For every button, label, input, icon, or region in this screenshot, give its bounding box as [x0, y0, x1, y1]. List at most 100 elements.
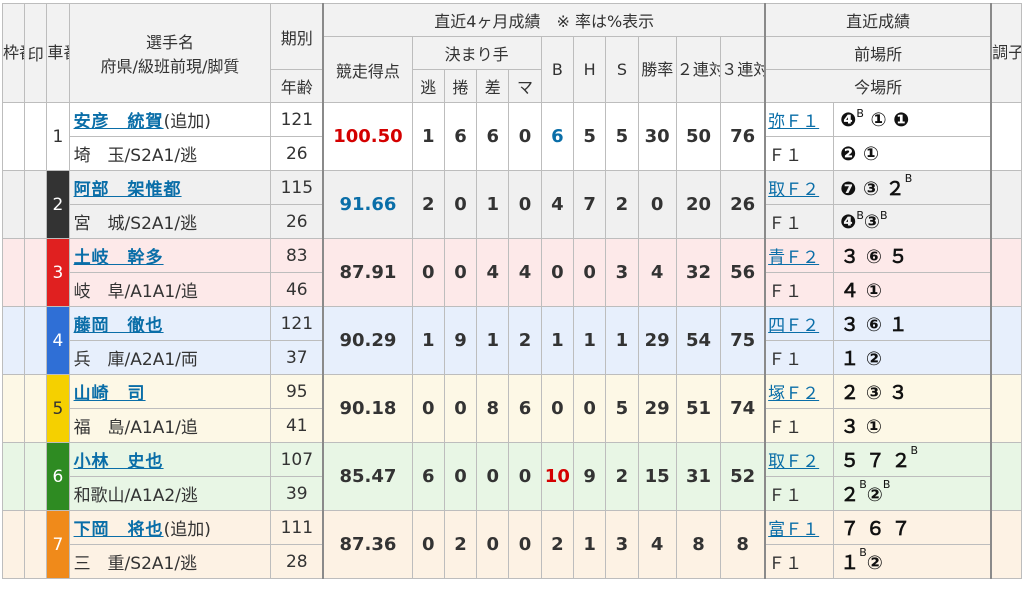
header-recent4: 直近4ヶ月成績 ※ 率は%表示: [322, 3, 767, 37]
s-value: 3: [605, 238, 639, 307]
header-b: B: [540, 36, 574, 103]
h-value: 0: [572, 374, 607, 443]
cur-venue-cell: Ｆ１: [764, 476, 835, 511]
rider-name-link[interactable]: 阿部 架惟都: [74, 180, 182, 200]
condition-cell: [990, 170, 1023, 239]
sashi-value: 8: [476, 374, 510, 443]
prev-venue-link[interactable]: 取Ｆ２: [768, 452, 819, 472]
header-makuri: 捲: [443, 69, 478, 103]
ma-value: 0: [508, 170, 542, 239]
rider-name-link[interactable]: 下岡 将也: [74, 520, 164, 540]
cur-results: ❹B③B: [833, 204, 993, 239]
quinella-rate-value: 54: [675, 306, 722, 375]
makuri-value: 0: [443, 238, 478, 307]
b-value: 2: [540, 510, 574, 579]
age-value: 26: [270, 136, 324, 171]
rider-name-link[interactable]: 小林 史也: [74, 452, 164, 472]
cur-results: ２B②B: [833, 476, 993, 511]
cur-results: ３ ①: [833, 408, 993, 443]
nige-value: 0: [411, 374, 445, 443]
win-rate-value: 29: [637, 306, 677, 375]
rider-info: 福 島/A1A1/追: [68, 408, 272, 443]
rider-name-link[interactable]: 土岐 幹多: [74, 248, 164, 268]
rider-info: 埼 玉/S2A1/逃: [68, 136, 272, 171]
makuri-value: 0: [443, 374, 478, 443]
cur-results: ４ ①: [833, 272, 993, 307]
prev-venue-link[interactable]: 富Ｆ１: [768, 520, 819, 540]
prev-results: ❼ ③ ２B: [833, 170, 993, 205]
kibetsu-value: 121: [270, 102, 324, 137]
nige-value: 0: [411, 238, 445, 307]
cur-results: ❷ ①: [833, 136, 993, 171]
kibetsu-value: 107: [270, 442, 324, 477]
ma-value: 2: [508, 306, 542, 375]
prev-venue-cell: 四Ｆ２: [764, 306, 835, 341]
win-rate-value: 0: [637, 170, 677, 239]
rider-info: 岐 阜/A1A1/追: [68, 272, 272, 307]
quinella-rate-value: 51: [675, 374, 722, 443]
condition-cell: [990, 374, 1023, 443]
rider-name-link[interactable]: 山崎 司: [74, 384, 146, 404]
rider-name-cell: 阿部 架惟都: [68, 170, 272, 205]
ma-value: 4: [508, 238, 542, 307]
h-value: 1: [572, 510, 607, 579]
cur-venue-cell: Ｆ１: [764, 408, 835, 443]
shaban-badge: 5: [46, 374, 70, 443]
ma-value: 0: [508, 102, 542, 171]
rider-name-cell: 山崎 司: [68, 374, 272, 409]
win-rate-value: 4: [637, 510, 677, 579]
shaban-badge: 6: [46, 442, 70, 511]
makuri-value: 6: [443, 102, 478, 171]
makuri-value: 2: [443, 510, 478, 579]
mark-cell[interactable]: [24, 102, 48, 171]
prev-venue-link[interactable]: 四Ｆ２: [768, 316, 819, 336]
shaban-badge: 3: [46, 238, 70, 307]
prev-venue-link[interactable]: 弥Ｆ１: [768, 112, 819, 132]
sashi-value: 0: [476, 442, 510, 511]
sashi-value: 6: [476, 102, 510, 171]
trio-rate-value: 76: [720, 102, 767, 171]
prev-venue-link[interactable]: 取Ｆ２: [768, 180, 819, 200]
trio-rate-value: 52: [720, 442, 767, 511]
ma-value: 6: [508, 374, 542, 443]
header-mark: 印: [24, 3, 48, 103]
cur-results: １ ②: [833, 340, 993, 375]
s-value: 5: [605, 102, 639, 171]
mark-cell[interactable]: [24, 510, 48, 579]
b-value: 0: [540, 238, 574, 307]
score-value: 91.66: [322, 170, 413, 239]
cur-venue-cell: Ｆ１: [764, 544, 835, 579]
age-value: 39: [270, 476, 324, 511]
kibetsu-value: 83: [270, 238, 324, 273]
s-value: 1: [605, 306, 639, 375]
score-value: 100.50: [322, 102, 413, 171]
mark-cell[interactable]: [24, 170, 48, 239]
makuri-value: 0: [443, 442, 478, 511]
shaban-badge: 1: [46, 102, 70, 171]
prev-venue-cell: 取Ｆ２: [764, 442, 835, 477]
race-entry-table: 枠番 印 車番 選手名 府県/級班前現/脚質 期別 直近4ヶ月成績 ※ 率は%表…: [1, 3, 1023, 579]
header-h: H: [572, 36, 607, 103]
prev-venue-cell: 弥Ｆ１: [764, 102, 835, 137]
mark-cell[interactable]: [24, 238, 48, 307]
waku-cell: [1, 306, 26, 375]
s-value: 2: [605, 170, 639, 239]
win-rate-value: 30: [637, 102, 677, 171]
waku-cell: [1, 170, 26, 239]
quinella-rate-value: 31: [675, 442, 722, 511]
prev-venue-link[interactable]: 塚Ｆ２: [768, 384, 819, 404]
prev-venue-link[interactable]: 青Ｆ２: [768, 248, 819, 268]
mark-cell[interactable]: [24, 306, 48, 375]
sashi-value: 1: [476, 306, 510, 375]
condition-cell: [990, 102, 1023, 171]
nige-value: 2: [411, 170, 445, 239]
rider-name-link[interactable]: 安彦 統賀: [74, 112, 164, 132]
waku-cell: [1, 374, 26, 443]
rider-row: 5 山崎 司 95 90.18 0 0 8 6 0 0 5 29 51 74 塚Ｆ２ ２ ③ ３: [1, 374, 1023, 443]
header-kibetsu: 期別: [270, 3, 324, 70]
rider-info: 兵 庫/A2A1/両: [68, 340, 272, 375]
score-value: 85.47: [322, 442, 413, 511]
mark-cell[interactable]: [24, 442, 48, 511]
rider-name-link[interactable]: 藤岡 徹也: [74, 316, 164, 336]
mark-cell[interactable]: [24, 374, 48, 443]
